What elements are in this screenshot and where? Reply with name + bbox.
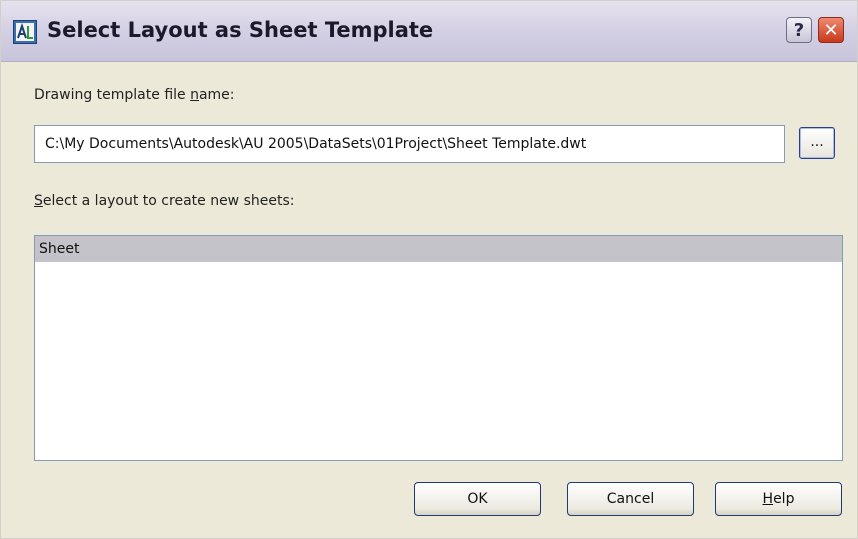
help-icon[interactable]: ? — [786, 17, 812, 43]
template-file-label: Drawing template file name: — [34, 87, 235, 103]
autocad-app-icon — [13, 20, 37, 44]
template-label-pre: Drawing template file — [34, 87, 191, 103]
help-button[interactable]: Help — [715, 482, 842, 516]
title-bar[interactable]: Select Layout as Sheet Template ? ✕ — [1, 1, 857, 62]
ok-button[interactable]: OK — [414, 482, 541, 516]
layout-list-label: Select a layout to create new sheets: — [34, 193, 294, 209]
cancel-button[interactable]: Cancel — [567, 482, 694, 516]
template-label-post: ame: — [198, 87, 235, 103]
template-label-mnemonic: n — [190, 87, 199, 103]
template-file-input[interactable]: C:\My Documents\Autodesk\AU 2005\DataSet… — [34, 125, 785, 163]
help-button-rest: elp — [773, 491, 795, 507]
close-icon[interactable]: ✕ — [818, 17, 844, 43]
layout-label-post: elect a layout to create new sheets: — [42, 193, 295, 209]
help-button-mnemonic: H — [762, 491, 774, 507]
layout-listbox[interactable]: Sheet — [34, 235, 843, 461]
list-item[interactable]: Sheet — [35, 236, 842, 262]
browse-button[interactable]: ... — [799, 127, 835, 159]
select-layout-dialog: Select Layout as Sheet Template ? ✕ Draw… — [0, 0, 858, 539]
layout-label-mnemonic: S — [34, 193, 43, 209]
close-glyph: ✕ — [823, 19, 839, 41]
dialog-title: Select Layout as Sheet Template — [47, 18, 434, 42]
help-glyph: ? — [793, 19, 805, 41]
